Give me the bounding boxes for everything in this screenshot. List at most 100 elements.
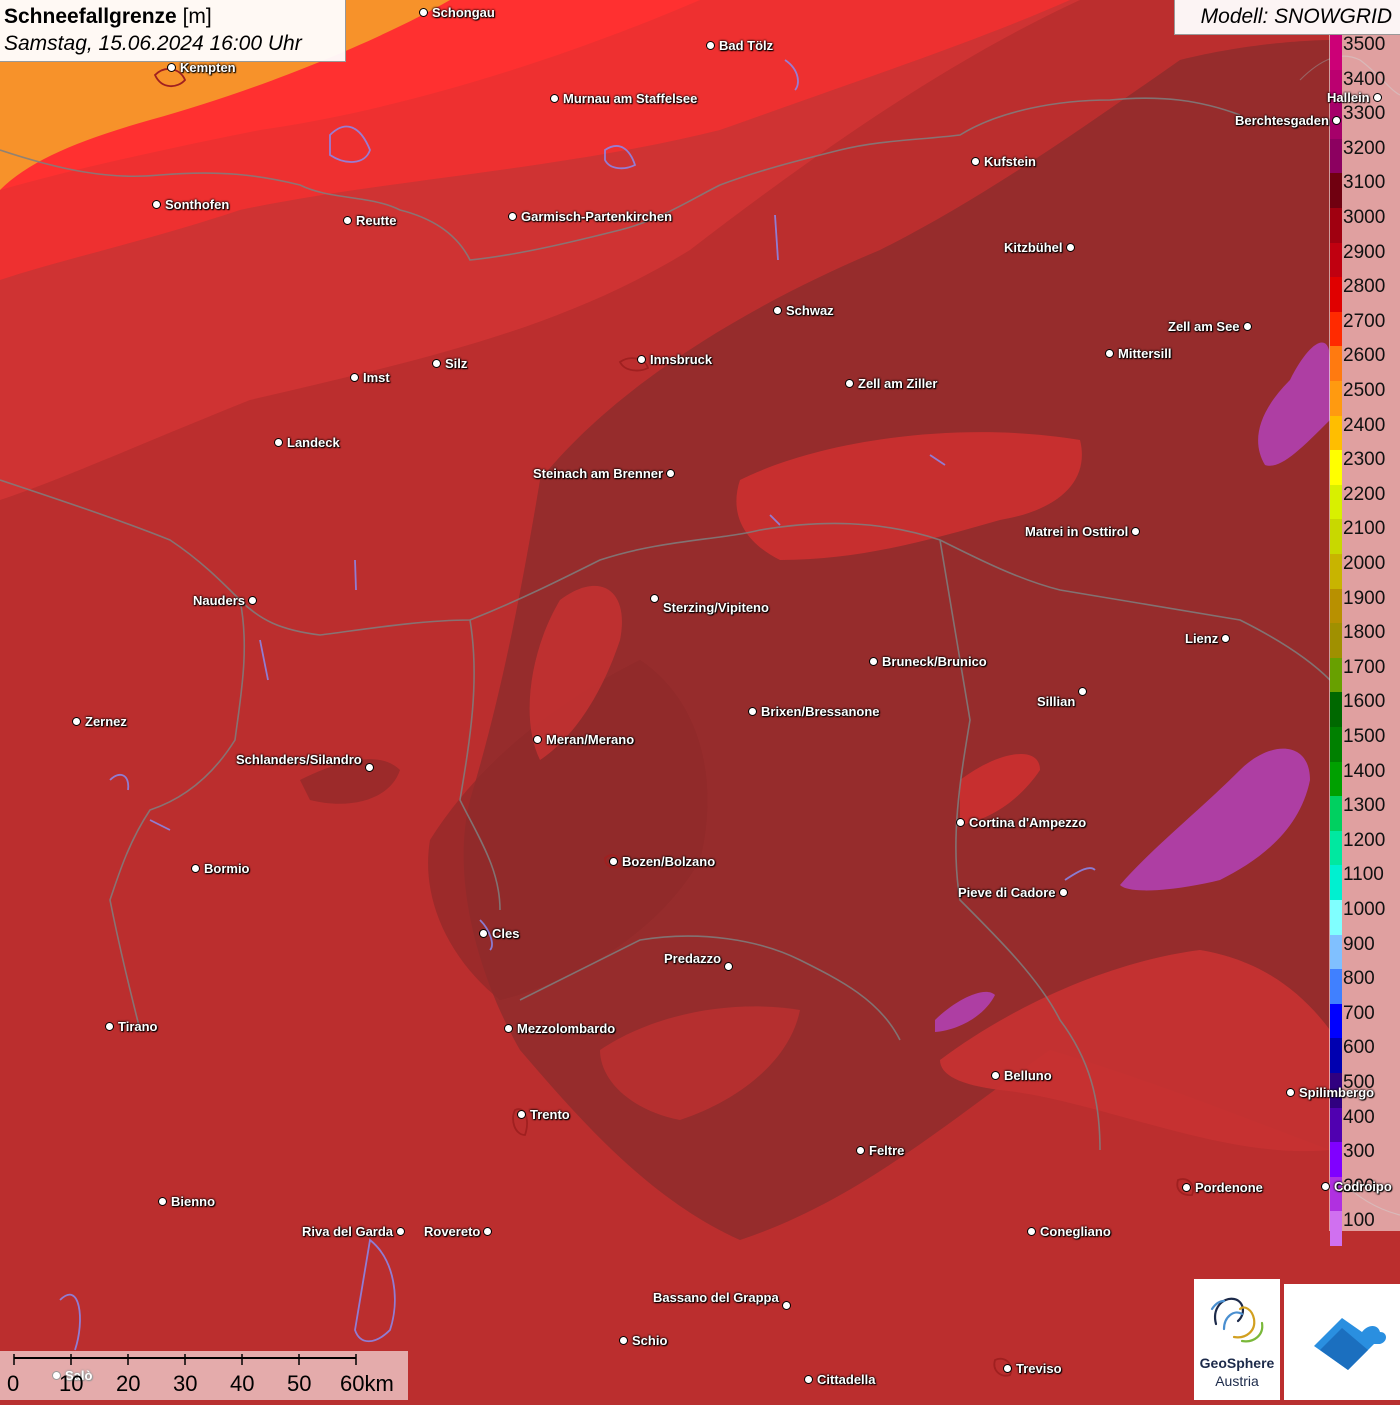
city-marker[interactable] (274, 438, 283, 447)
geosphere-logo[interactable]: GeoSphere Austria (1194, 1279, 1280, 1400)
city-marker[interactable] (517, 1110, 526, 1119)
city-marker[interactable] (1078, 687, 1087, 696)
legend-label: 3000 (1343, 207, 1386, 228)
legend-label: 1900 (1343, 587, 1386, 609)
legend-label: 2900 (1343, 241, 1386, 263)
city-marker[interactable] (706, 41, 715, 50)
legend-swatch (1330, 138, 1342, 174)
city-marker[interactable] (533, 735, 542, 744)
city-marker[interactable] (1221, 634, 1230, 643)
city-marker[interactable] (782, 1301, 791, 1310)
legend-swatch (1330, 796, 1342, 831)
city-label: Garmisch-Partenkirchen (521, 209, 673, 224)
city-marker[interactable] (1321, 1182, 1330, 1191)
legend-label: 3500 (1343, 34, 1386, 55)
city-marker[interactable] (1003, 1364, 1012, 1373)
legend-label: 800 (1343, 968, 1375, 990)
city-marker[interactable] (1027, 1227, 1036, 1236)
city-marker[interactable] (550, 94, 559, 103)
city-marker[interactable] (508, 212, 517, 221)
city-marker[interactable] (1105, 349, 1114, 358)
scale-tick: 10 (59, 1371, 84, 1396)
city-marker[interactable] (248, 596, 257, 605)
city-label: Innsbruck (650, 352, 713, 367)
legend-label: 100 (1343, 1210, 1375, 1232)
city-marker[interactable] (1286, 1088, 1295, 1097)
geosphere-name: GeoSphere (1199, 1355, 1275, 1371)
legend-swatch (1330, 1038, 1342, 1073)
city-marker[interactable] (991, 1071, 1000, 1080)
city-marker[interactable] (350, 373, 359, 382)
legend-label: 1100 (1343, 864, 1384, 886)
city-marker[interactable] (609, 857, 618, 866)
city-label: Bormio (204, 861, 250, 876)
city-marker[interactable] (650, 594, 659, 603)
city-label: Bruneck/Brunico (882, 654, 987, 669)
city-marker[interactable] (666, 469, 675, 478)
city-label: Silz (445, 356, 468, 371)
legend-swatch (1330, 35, 1342, 70)
city-marker[interactable] (956, 818, 965, 827)
legend-swatch (1330, 1211, 1342, 1246)
city-marker[interactable] (419, 8, 428, 17)
scale-tick: 0 (7, 1371, 20, 1396)
city-marker[interactable] (479, 929, 488, 938)
city-marker[interactable] (724, 962, 733, 971)
city-marker[interactable] (483, 1227, 492, 1236)
legend-label: 2600 (1343, 345, 1386, 367)
city-label: Spilimbergo (1299, 1085, 1375, 1100)
legend-label: 2300 (1343, 449, 1386, 471)
city-marker[interactable] (845, 379, 854, 388)
city-marker[interactable] (105, 1022, 114, 1031)
city-marker[interactable] (1332, 116, 1341, 125)
city-marker[interactable] (1131, 527, 1140, 536)
geosphere-country: Austria (1215, 1373, 1259, 1389)
legend-swatch (1330, 1107, 1342, 1143)
valid-datetime: Samstag, 15.06.2024 16:00 Uhr (4, 32, 302, 55)
city-marker[interactable] (1182, 1183, 1191, 1192)
city-label: Mezzolombardo (517, 1021, 616, 1036)
city-marker[interactable] (152, 200, 161, 209)
city-label: Schio (632, 1333, 668, 1348)
weather-app-logo[interactable] (1284, 1284, 1400, 1400)
city-marker[interactable] (432, 359, 441, 368)
city-marker[interactable] (191, 864, 200, 873)
scale-tick: 60km (340, 1371, 394, 1396)
city-marker[interactable] (637, 355, 646, 364)
legend-swatch (1330, 900, 1342, 935)
city-marker[interactable] (396, 1227, 405, 1236)
legend-label: 1300 (1343, 795, 1386, 817)
city-marker[interactable] (72, 717, 81, 726)
city-marker[interactable] (619, 1336, 628, 1345)
legend-label: 900 (1343, 933, 1375, 955)
city-marker[interactable] (1373, 93, 1382, 102)
city-marker[interactable] (748, 707, 757, 716)
city-marker[interactable] (869, 657, 878, 666)
scale-tick: 40 (230, 1371, 255, 1396)
city-marker[interactable] (343, 216, 352, 225)
city-marker[interactable] (158, 1197, 167, 1206)
legend-label: 1200 (1343, 829, 1386, 851)
city-marker[interactable] (1059, 888, 1068, 897)
city-marker[interactable] (167, 63, 176, 72)
scale-bar: 0 10 20 30 40 50 60km (0, 1351, 408, 1400)
city-marker[interactable] (856, 1146, 865, 1155)
city-marker[interactable] (773, 306, 782, 315)
legend-swatch (1330, 311, 1342, 347)
city-label: Brixen/Bressanone (761, 704, 880, 719)
city-marker[interactable] (804, 1375, 813, 1384)
city-marker[interactable] (1243, 322, 1252, 331)
parameter-unit: [m] (182, 5, 212, 28)
legend-label: 2500 (1343, 380, 1386, 401)
legend-label: 1600 (1343, 691, 1386, 713)
city-marker[interactable] (1066, 243, 1075, 252)
legend-swatch (1330, 208, 1342, 243)
city-label: Schwaz (786, 303, 834, 318)
city-label: Matrei in Osttirol (1025, 524, 1129, 539)
legend-label: 400 (1343, 1106, 1375, 1128)
city-label: Kufstein (984, 154, 1036, 169)
city-marker[interactable] (365, 763, 374, 772)
city-label: Feltre (869, 1143, 905, 1158)
city-marker[interactable] (504, 1024, 513, 1033)
city-marker[interactable] (971, 157, 980, 166)
